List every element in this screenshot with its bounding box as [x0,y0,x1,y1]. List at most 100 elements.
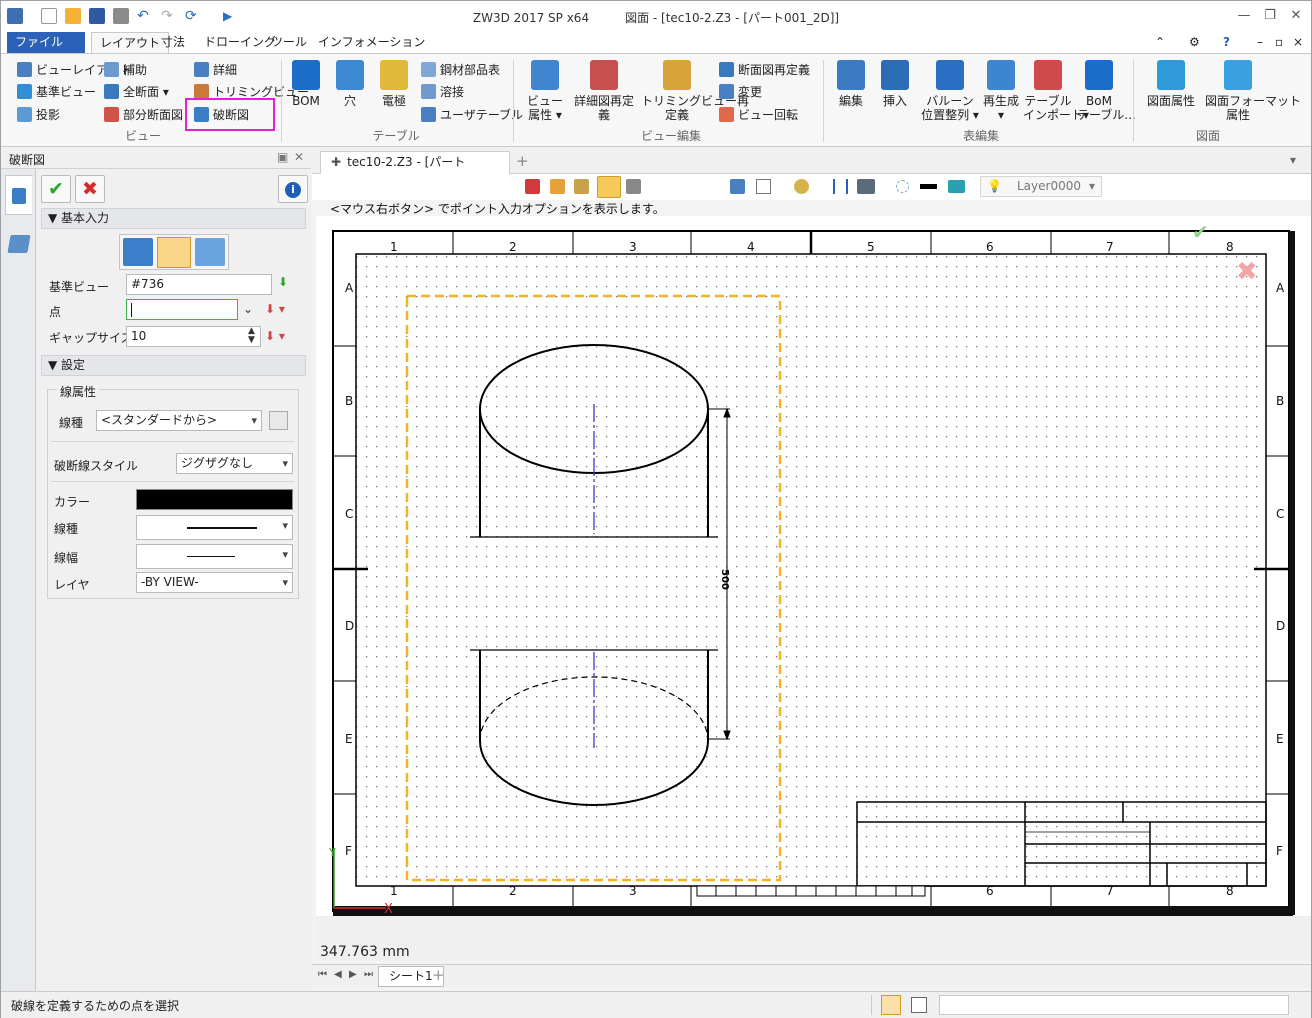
detail-button[interactable]: 詳細 [194,60,237,80]
layer-style-icon[interactable] [948,180,965,193]
settings-section[interactable]: ▼ 設定 [41,355,306,376]
break-view-tab-icon[interactable] [5,175,32,215]
dimension-icon[interactable] [833,179,848,194]
steel-parts-button[interactable]: 鋼材部品表 [421,60,500,80]
base-view-button[interactable]: 基準ビュー [17,82,96,102]
basic-input-section[interactable]: ▼ 基本入力 [41,208,306,229]
select-filter-icon[interactable] [626,179,641,194]
shade-icon[interactable] [857,179,875,194]
sheet-prev-icon[interactable]: ◀ [334,969,342,980]
ok-button[interactable]: ✔ [41,175,71,203]
base-view-field[interactable]: #736 [126,274,272,295]
gap-size-field[interactable]: 10 [126,326,261,347]
document-tab[interactable]: ✚tec10-2.Z3 - [パート001_2D]✕ [320,151,510,190]
settings-gear-icon[interactable]: ⚙ [1181,32,1208,53]
drawing-sheet[interactable]: 1 2 3 4 5 6 7 8 1 2 3 6 7 8 A B C D E F [316,216,1311,961]
layer-tab-icon[interactable] [7,235,31,253]
cancel-button[interactable]: ✖ [75,175,105,203]
detail-redefine-button[interactable]: 詳細図再定義 [573,60,635,122]
col-label-top: 8 [1226,240,1234,254]
sheet-next-icon[interactable]: ▶ [349,969,357,980]
col-label-top: 6 [986,240,994,254]
hole-table-icon [336,60,364,90]
display-icon[interactable] [794,179,809,194]
hidden-line-icon[interactable] [896,180,909,193]
partial-section-button[interactable]: 部分断面図 [104,105,183,125]
auxiliary-button[interactable]: 補助 [104,60,147,80]
drawing-attribute-button[interactable]: 図面属性 [1143,60,1199,108]
tab-info[interactable]: インフォメーション [310,32,433,53]
collapse-ribbon-icon[interactable]: ⌃ [1147,32,1173,53]
line-color-icon[interactable] [920,184,937,189]
layer-dropdown[interactable]: -BY VIEW- [136,572,293,593]
info-button[interactable]: i [278,175,308,203]
weld-button[interactable]: 溶接 [421,82,464,102]
filter-icon[interactable] [597,176,621,198]
eraser-icon[interactable] [550,179,565,194]
horizontal-break-icon[interactable] [157,237,191,268]
vertical-break-icon[interactable] [123,238,153,266]
color-swatch[interactable] [136,489,293,510]
accept-check-icon[interactable]: ✔ [1192,220,1209,244]
bom-button[interactable]: BOM [289,60,323,108]
line-width-label: 線幅 [54,551,79,565]
snap-icon[interactable] [730,179,745,194]
tab-file[interactable]: ファイル(F) [7,32,85,69]
sheet-last-icon[interactable]: ⏭ [364,969,373,980]
drawing-canvas[interactable]: 1 2 3 4 5 6 7 8 1 2 3 6 7 8 A B C D E F [316,216,1311,961]
section-redefine-button[interactable]: 断面図再定義 [719,60,810,80]
view-attribute-button[interactable]: ビュー 属性 ▾ [525,60,565,122]
table-edit-button[interactable]: 編集 [833,60,869,108]
ribbon-tabs: ファイル(F) レイアウト 寸法 ドローイング ツール インフォメーション ⌃ … [1,32,1311,69]
status-layout-icon[interactable] [881,995,901,1015]
diagonal-break-icon[interactable] [195,238,225,266]
group-table-edit-label: 表編集 [962,129,999,143]
brush-icon[interactable] [574,179,589,194]
table-import-button[interactable]: テーブル インポート▾ [1023,60,1089,122]
point-input-field[interactable] [126,299,238,320]
break-style-dropdown[interactable]: ジグザグなし [176,453,293,474]
point-pick-icon[interactable]: ⬇ ▾ [265,302,285,316]
grid-icon[interactable] [756,179,771,194]
projection-button[interactable]: 投影 [17,105,60,125]
add-sheet-icon[interactable]: + [432,966,445,984]
linetype-dropdown[interactable]: <スタンダードから> [96,410,262,431]
base-view-pick-icon[interactable]: ⬇ [278,275,288,289]
trim-redefine-button[interactable]: トリミングビュー再 定義 [641,60,749,122]
gap-pick-icon[interactable]: ⬇ ▾ [265,329,285,343]
change-button[interactable]: 変更 [719,82,762,102]
tab-list-icon[interactable]: ▾ [1290,153,1296,167]
gap-spinner-icon[interactable]: ▲ ▼ [248,327,255,345]
restore-button[interactable]: ❐ [1259,7,1281,25]
close-button[interactable]: ✕ [1285,7,1307,25]
user-table-button[interactable]: ユーザテーブル [421,105,523,125]
view-rotate-button[interactable]: ビュー回転 [719,105,798,125]
minimize-button[interactable]: — [1233,7,1255,25]
balloon-align-button[interactable]: バルーン 位置整列 ▾ [921,60,979,122]
status-list-icon[interactable] [911,997,927,1013]
electrode-button[interactable]: 電極 [377,60,411,108]
sheet-first-icon[interactable]: ⏮ [318,969,327,980]
dimension-text[interactable]: 500 [719,569,730,590]
panel-close-icon[interactable]: ✕ [294,150,304,164]
drawing-format-button[interactable]: 図面フォーマット 属性 [1205,60,1301,122]
exit-icon[interactable] [525,179,540,194]
tab-tools[interactable]: ツール [263,32,315,53]
bom-table-button[interactable]: BoM テーブル... [1077,60,1136,122]
help-icon[interactable]: ? [1215,32,1238,53]
panel-pin-icon[interactable]: ▣ [277,150,288,164]
save-linetype-icon[interactable] [269,411,288,430]
layer-dropdown-toolbar[interactable]: 💡 Layer0000 ▾ [980,176,1102,197]
tab-dimension[interactable]: 寸法 [153,32,193,53]
new-tab-icon[interactable]: + [516,152,529,170]
line-style-dropdown[interactable] [136,515,293,540]
cancel-x-icon[interactable]: ✖ [1236,257,1258,287]
table-insert-button[interactable]: 挿入 [877,60,913,108]
doc-close-button[interactable]: × [1285,32,1311,53]
point-options-icon[interactable]: ⌄ [243,302,253,316]
command-input[interactable] [939,995,1289,1015]
regenerate-button[interactable]: 再生成 ▾ [981,60,1021,122]
full-section-button[interactable]: 全断面 ▾ [104,82,169,102]
hole-table-button[interactable]: 穴 [333,60,367,108]
line-width-dropdown[interactable] [136,544,293,569]
